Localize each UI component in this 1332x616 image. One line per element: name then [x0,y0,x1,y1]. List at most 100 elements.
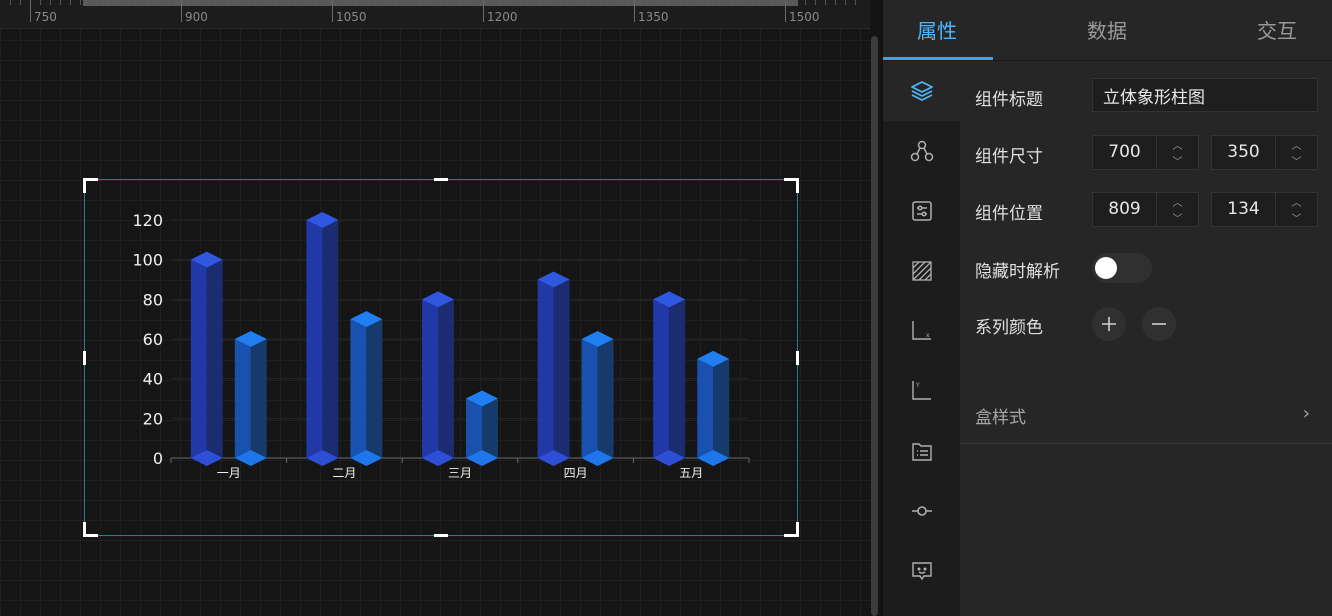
add-color-button[interactable] [1092,307,1126,341]
ruler-tick [342,0,344,5]
ruler-tick [392,0,394,5]
hide-parse-toggle[interactable] [1092,253,1152,283]
pos-x-increment-icon[interactable]: ︿ [1157,193,1198,210]
panel-tabs: 属性 数据 交互 [883,0,1332,61]
legend-list-icon[interactable] [883,421,960,481]
properties-form: 组件标题 组件尺寸 700 ︿ ﹀ 350 ︿ ﹀ 组件位置 809 ︿ ﹀ [960,61,1332,616]
width-increment-icon[interactable]: ︿ [1157,136,1198,153]
chevron-right-icon: › [1302,403,1310,424]
box-style-section[interactable]: 盒样式 › [960,383,1332,444]
ruler-tick [221,0,223,5]
pos-x-stepper[interactable]: 809 ︿ ﹀ [1092,192,1199,227]
ruler-tick [493,0,495,5]
ruler-tick [754,0,756,5]
height-increment-icon[interactable]: ︿ [1276,136,1317,153]
bar-face [697,358,714,466]
ruler-tick [271,0,273,5]
ruler-tick [19,0,21,5]
nodes-icon[interactable] [883,121,960,181]
design-canvas[interactable]: 750 900 1050 1200 1350 1500 0 20 40 60 80 100 120 一月… [0,0,870,616]
bar [581,331,614,466]
bar-face [653,299,670,466]
ruler-tick [130,0,132,5]
ruler-tick [654,0,656,5]
height-value[interactable]: 350 [1212,136,1276,169]
resize-handle-top-right[interactable] [784,178,799,193]
ruler-tick [573,0,575,5]
y-axis-icon[interactable]: Y [883,361,960,421]
tab-data[interactable]: 数据 [1087,0,1127,60]
bar-side [597,339,614,466]
ruler-label: 750 [34,10,57,24]
resize-handle-top-left[interactable] [83,178,98,193]
resize-handle-bottom-left[interactable] [83,522,98,537]
x-axis-icon[interactable]: x [883,301,960,361]
width-stepper[interactable]: 700 ︿ ﹀ [1092,135,1199,170]
hide-parse-label: 隐藏时解析 [975,262,1060,282]
ruler-tick [603,0,605,5]
tab-interaction[interactable]: 交互 [1257,0,1297,60]
bar-side [322,220,339,466]
pos-y-stepper[interactable]: 134 ︿ ﹀ [1211,192,1318,227]
pos-y-decrement-icon[interactable]: ﹀ [1276,210,1317,227]
selected-chart-component[interactable]: 0 20 40 60 80 100 120 一月 二月 三月 四月 五月 [83,178,799,537]
bar-side [206,259,223,466]
y-tick-label: 60 [143,330,163,349]
bar [306,212,339,466]
remove-color-button[interactable] [1142,307,1176,341]
bar [697,350,730,466]
ruler-tick [140,0,142,5]
ruler-tick [251,0,253,5]
ruler-tick [825,0,827,5]
bar-side [669,299,686,466]
bar-face [422,299,438,466]
bar-side [438,299,454,466]
series-color-label: 系列颜色 [975,318,1043,338]
ruler-tick [291,0,293,5]
ruler-tick [845,0,847,5]
ruler-tick [694,0,696,5]
ruler-tick [241,0,243,5]
horizontal-ruler: 750 900 1050 1200 1350 1500 [0,0,870,29]
pos-x-decrement-icon[interactable]: ﹀ [1157,210,1198,227]
tab-properties[interactable]: 属性 [917,0,957,60]
ruler-tick [744,0,746,5]
width-decrement-icon[interactable]: ﹀ [1157,153,1198,170]
ruler-tick [201,0,203,5]
resize-handle-top[interactable] [434,178,448,181]
resize-handle-bottom-right[interactable] [784,522,799,537]
ruler-tick [170,0,172,5]
series-point-icon[interactable] [883,481,960,541]
toggle-knob [1095,257,1117,279]
ruler-tick [382,0,384,5]
ruler-tick [644,0,646,5]
x-tick-label: 四月 [564,466,588,480]
ruler-tick [674,0,676,5]
hatch-area-icon[interactable] [883,241,960,301]
height-decrement-icon[interactable]: ﹀ [1276,153,1317,170]
ruler-tick [513,0,515,5]
width-value[interactable]: 700 [1093,136,1157,169]
pos-y-value[interactable]: 134 [1212,193,1276,226]
height-stepper[interactable]: 350 ︿ ﹀ [1211,135,1318,170]
ruler-tick [613,0,615,5]
pos-y-increment-icon[interactable]: ︿ [1276,193,1317,210]
layers-icon[interactable] [883,61,960,121]
canvas-scrollbar[interactable] [871,36,878,616]
ruler-tick [9,0,11,5]
bar [537,271,570,466]
bar-side [553,279,570,466]
resize-handle-right[interactable] [796,351,799,365]
pos-x-value[interactable]: 809 [1093,193,1157,226]
ruler-label: 1350 [638,10,669,24]
tooltip-icon[interactable] [883,541,960,601]
bar-face [234,339,251,466]
settings-panel-icon[interactable] [883,181,960,241]
resize-handle-left[interactable] [83,351,86,365]
ruler-tick [150,0,152,5]
ruler-label: 1050 [336,10,367,24]
bar-face [537,279,554,466]
component-title-input[interactable] [1092,78,1318,112]
resize-handle-bottom[interactable] [434,534,448,537]
ruler-tick [402,0,404,5]
